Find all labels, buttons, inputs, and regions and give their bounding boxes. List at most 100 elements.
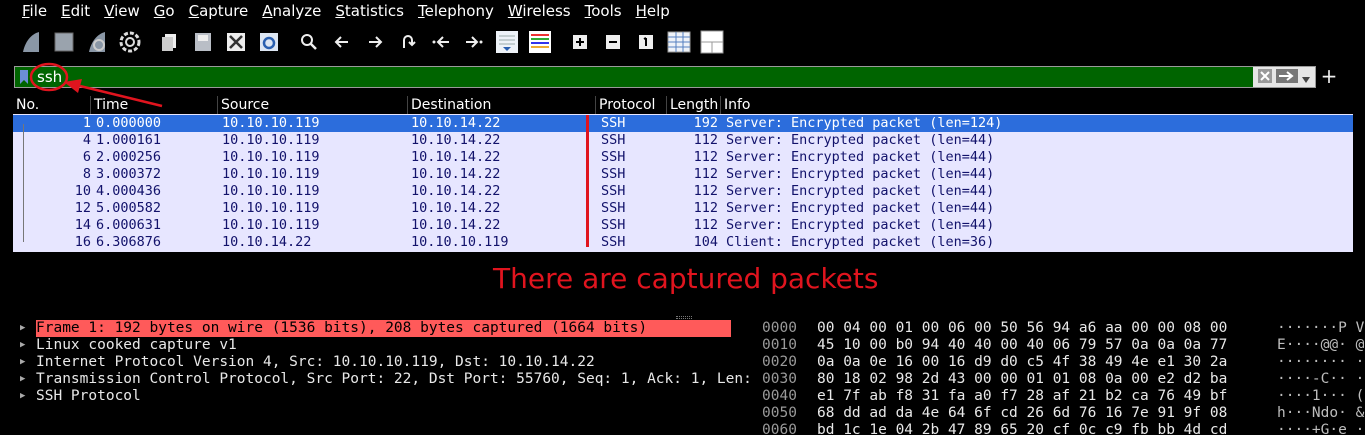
packet-destination: 10.10.10.119	[411, 234, 509, 250]
expand-arrow-icon[interactable]: ▶	[20, 337, 25, 354]
capture-options-icon[interactable]	[117, 29, 143, 55]
packet-row[interactable]: 1 0.000000 10.10.10.119 10.10.14.22 SSH …	[13, 115, 1353, 132]
resize-columns-icon[interactable]	[666, 29, 692, 55]
go-to-packet-icon[interactable]	[395, 29, 421, 55]
menu-help[interactable]: Help	[636, 2, 670, 20]
stop-capture-icon[interactable]	[51, 29, 77, 55]
packet-length: 192	[693, 115, 718, 131]
zoom-out-icon[interactable]	[600, 29, 626, 55]
menu-analyze[interactable]: Analyze	[262, 2, 321, 20]
packet-row[interactable]: 8 3.000372 10.10.10.119 10.10.14.22 SSH …	[13, 166, 1353, 183]
hex-offset: 0060	[762, 422, 797, 435]
menu-statistics[interactable]: Statistics	[335, 2, 404, 20]
packet-source: 10.10.10.119	[222, 149, 320, 165]
packet-destination: 10.10.14.22	[411, 183, 501, 199]
go-last-packet-icon[interactable]	[461, 29, 487, 55]
hex-bytes: 80 18 02 98 2d 43 00 00 01 01 08 0a 00 e…	[817, 371, 1228, 387]
packet-destination: 10.10.14.22	[411, 166, 501, 182]
display-filter-input[interactable]	[33, 67, 1253, 87]
hex-offset: 0040	[762, 388, 797, 404]
hex-ascii: ····-C·· ········	[1277, 371, 1365, 387]
restart-capture-icon[interactable]	[84, 29, 110, 55]
column-source[interactable]: Source	[218, 96, 408, 114]
packet-protocol: SSH	[601, 200, 626, 216]
go-back-icon[interactable]	[329, 29, 355, 55]
detail-text: SSH Protocol	[36, 388, 141, 404]
column-info[interactable]: Info	[721, 96, 1353, 114]
packet-no: 8	[82, 166, 91, 182]
menu-file[interactable]: File	[22, 2, 47, 20]
menu-telephony[interactable]: Telephony	[418, 2, 494, 20]
packet-length: 112	[693, 132, 718, 148]
bookmark-icon[interactable]	[15, 67, 33, 87]
packet-time: 0.000000	[96, 115, 162, 131]
expand-arrow-icon[interactable]: ▶	[20, 371, 25, 388]
packet-no: 1	[82, 115, 91, 131]
hex-ascii: ·······P V·······	[1277, 320, 1365, 336]
column-destination[interactable]: Destination	[408, 96, 596, 114]
pane-splitter[interactable]	[676, 316, 692, 319]
go-forward-icon[interactable]	[362, 29, 388, 55]
zoom-in-icon[interactable]	[567, 29, 593, 55]
colorize-icon[interactable]	[527, 29, 553, 55]
clear-filter-icon[interactable]	[1258, 68, 1272, 87]
menu-view[interactable]: View	[104, 2, 140, 20]
expand-arrow-icon[interactable]: ▶	[20, 354, 25, 371]
hex-offset: 0000	[762, 320, 797, 336]
packet-length: 112	[693, 149, 718, 165]
detail-text: Internet Protocol Version 4, Src: 10.10.…	[36, 354, 595, 370]
autoscroll-icon[interactable]	[494, 29, 520, 55]
add-filter-button-icon[interactable]: +	[1319, 64, 1339, 88]
reload-file-icon[interactable]	[256, 29, 282, 55]
main-toolbar	[0, 24, 1365, 60]
hex-offset: 0030	[762, 371, 797, 387]
packet-row[interactable]: 6 2.000256 10.10.10.119 10.10.14.22 SSH …	[13, 149, 1353, 166]
packet-source: 10.10.10.119	[222, 200, 320, 216]
hex-ascii: ····+G·e ·····M·	[1277, 422, 1365, 435]
packet-source: 10.10.10.119	[222, 115, 320, 131]
packet-length: 112	[693, 166, 718, 182]
expand-arrow-icon[interactable]: ▶	[20, 388, 25, 405]
close-file-icon[interactable]	[223, 29, 249, 55]
go-first-packet-icon[interactable]	[428, 29, 454, 55]
column-no[interactable]: No.	[13, 96, 91, 114]
packet-no: 6	[82, 149, 91, 165]
packet-no: 12	[74, 200, 91, 216]
menu-wireless[interactable]: Wireless	[508, 2, 571, 20]
packet-source: 10.10.10.119	[222, 132, 320, 148]
packet-row[interactable]: 12 5.000582 10.10.10.119 10.10.14.22 SSH…	[13, 200, 1353, 217]
expand-arrow-icon[interactable]: ▶	[20, 320, 25, 337]
menu-capture[interactable]: Capture	[189, 2, 249, 20]
packet-row[interactable]: 10 4.000436 10.10.10.119 10.10.14.22 SSH…	[13, 183, 1353, 200]
packet-row[interactable]: 14 6.000631 10.10.10.119 10.10.14.22 SSH…	[13, 217, 1353, 234]
packet-row[interactable]: 16 6.306876 10.10.14.22 10.10.10.119 SSH…	[13, 234, 1353, 251]
packet-protocol: SSH	[601, 115, 626, 131]
column-length[interactable]: Length	[667, 96, 721, 114]
packet-row[interactable]: 4 1.000161 10.10.10.119 10.10.14.22 SSH …	[13, 132, 1353, 149]
layout-icon[interactable]	[699, 29, 725, 55]
packet-length: 112	[693, 200, 718, 216]
find-packet-icon[interactable]	[296, 29, 322, 55]
hex-offset: 0010	[762, 337, 797, 353]
hex-ascii: h···Ndo· &mv·~···	[1277, 405, 1365, 421]
packet-destination: 10.10.14.22	[411, 149, 501, 165]
start-capture-icon[interactable]	[18, 29, 44, 55]
menu-edit[interactable]: Edit	[61, 2, 90, 20]
apply-filter-icon[interactable]	[1276, 68, 1298, 87]
normal-size-icon[interactable]	[633, 29, 659, 55]
open-file-icon[interactable]	[157, 29, 183, 55]
packet-info: Server: Encrypted packet (len=44)	[726, 132, 995, 148]
packet-length: 112	[693, 183, 718, 199]
menu-go[interactable]: Go	[154, 2, 175, 20]
filter-controls	[1253, 67, 1315, 87]
column-time[interactable]: Time	[91, 96, 218, 114]
packet-list-header: No. Time Source Destination Protocol Len…	[13, 96, 1353, 114]
column-protocol[interactable]: Protocol	[596, 96, 667, 114]
packet-details-pane: ▶ Frame 1: 192 bytes on wire (1536 bits)…	[14, 320, 750, 435]
packet-source: 10.10.14.22	[222, 234, 312, 250]
detail-text: Transmission Control Protocol, Src Port:…	[36, 371, 750, 387]
packet-info: Server: Encrypted packet (len=44)	[726, 166, 995, 182]
menu-tools[interactable]: Tools	[585, 2, 622, 20]
save-file-icon[interactable]	[190, 29, 216, 55]
filter-history-icon[interactable]	[1302, 68, 1310, 87]
